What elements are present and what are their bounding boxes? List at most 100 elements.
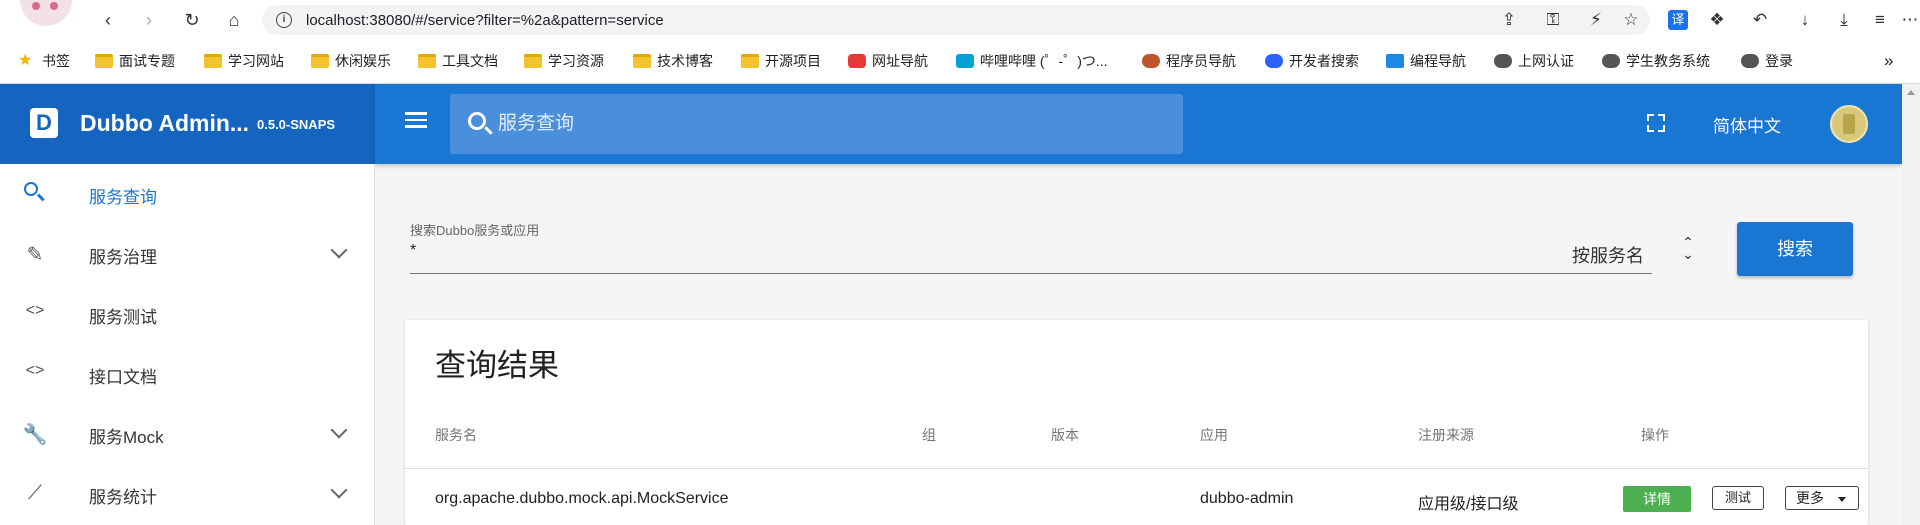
site-icon xyxy=(1142,54,1160,68)
bookmarks-bar: ★ 书签 面试专题 学习网站 休闲娱乐 工具文档 学习资源 技术博客 开源项目 网… xyxy=(0,46,1920,76)
sidebar-item-label: 服务Mock xyxy=(89,428,164,447)
globe-icon xyxy=(1494,54,1512,68)
page-scrollbar[interactable] xyxy=(1902,84,1920,525)
undo-icon[interactable]: ↶ xyxy=(1748,8,1772,32)
browser-chrome: ‹ › ↻ ⌂ i localhost:38080/#/service?filt… xyxy=(0,0,1920,84)
caret-down-icon xyxy=(1838,497,1846,502)
favorite-star-icon[interactable]: ☆ xyxy=(1619,8,1643,32)
app-header: 简体中文 xyxy=(375,84,1902,164)
results-title: 查询结果 xyxy=(435,348,559,383)
reload-icon[interactable]: ↻ xyxy=(178,6,206,34)
sidebar-item-api-docs[interactable]: <> 接口文档 xyxy=(0,344,375,404)
bookmark-item[interactable]: 登录 xyxy=(1741,50,1793,72)
wrench-icon: 🔧 xyxy=(22,424,48,446)
app-brand-bar: D Dubbo Admin... 0.5.0-SNAPS xyxy=(0,84,375,164)
cell-service-name: org.apache.dubbo.mock.api.MockService xyxy=(435,490,729,507)
detail-button[interactable]: 详情 xyxy=(1623,486,1691,512)
home-icon[interactable]: ⌂ xyxy=(220,6,248,34)
translate-icon[interactable]: 译 xyxy=(1668,10,1688,30)
code-icon: <> xyxy=(25,362,45,379)
bookmark-item[interactable]: 哔哩哔哩 (゜-゜)つ... xyxy=(956,50,1108,72)
bookmark-item[interactable]: ★ 书签 xyxy=(18,50,70,72)
language-selector[interactable]: 简体中文 xyxy=(1713,112,1781,137)
folder-icon xyxy=(741,54,759,68)
lightning-icon[interactable]: ⚡ xyxy=(1584,8,1608,32)
app-version: 0.5.0-SNAPS xyxy=(257,117,336,132)
header-search-input[interactable] xyxy=(498,108,1098,140)
globe-icon xyxy=(1602,54,1620,68)
bookmark-item[interactable]: 工具文档 xyxy=(418,50,498,72)
bookmark-item[interactable]: 编程导航 xyxy=(1386,50,1466,72)
column-header: 组 xyxy=(922,427,936,443)
app-title: Dubbo Admin... xyxy=(80,110,250,136)
folder-icon xyxy=(633,54,651,68)
bookmarks-overflow-icon[interactable]: » xyxy=(1884,50,1893,72)
sidebar: 服务查询 ✎ 服务治理 <> 服务测试 <> 接口文档 🔧 服务Mock ⟋ 服… xyxy=(0,164,375,525)
star-icon: ★ xyxy=(18,52,33,69)
globe-icon xyxy=(1741,54,1759,68)
bilibili-icon xyxy=(956,54,974,68)
back-icon[interactable]: ‹ xyxy=(94,6,122,34)
search-icon xyxy=(24,182,38,196)
search-button[interactable]: 搜索 xyxy=(1737,222,1853,276)
more-icon[interactable]: ⋯ xyxy=(1898,8,1920,32)
forward-icon[interactable]: › xyxy=(135,6,163,34)
sidebar-item-label: 服务统计 xyxy=(89,488,157,507)
bookmark-item[interactable]: 开源项目 xyxy=(741,50,821,72)
header-search[interactable] xyxy=(450,94,1183,154)
chevron-down-icon xyxy=(330,421,348,439)
user-avatar[interactable] xyxy=(1830,105,1868,143)
bookmark-item[interactable]: 程序员导航 xyxy=(1142,50,1236,72)
cell-application: dubbo-admin xyxy=(1200,490,1294,507)
bookmark-item[interactable]: 学习资源 xyxy=(524,50,604,72)
sidebar-item-service-governance[interactable]: ✎ 服务治理 xyxy=(0,224,375,284)
chevron-down-icon xyxy=(330,481,348,499)
folder-icon xyxy=(418,54,436,68)
address-bar[interactable]: i localhost:38080/#/service?filter=%2a&p… xyxy=(262,5,1650,35)
url-text[interactable]: localhost:38080/#/service?filter=%2a&pat… xyxy=(306,12,664,29)
service-search-field[interactable]: 搜索Dubbo服务或应用 * xyxy=(410,216,1652,274)
bookmark-item[interactable]: 面试专题 xyxy=(95,50,175,72)
more-button[interactable]: 更多 xyxy=(1785,486,1859,510)
site-info-icon[interactable]: i xyxy=(276,12,292,28)
sidebar-item-service-mock[interactable]: 🔧 服务Mock xyxy=(0,404,375,464)
key-icon[interactable]: ⚿ xyxy=(1541,8,1565,32)
site-icon xyxy=(848,54,866,68)
code-icon xyxy=(1386,54,1404,68)
more-button-label: 更多 xyxy=(1796,490,1824,506)
search-icon xyxy=(468,112,486,130)
select-arrows-icon[interactable]: ⌃ ⌄ xyxy=(1681,235,1695,264)
test-button[interactable]: 测试 xyxy=(1712,486,1764,510)
fullscreen-icon[interactable] xyxy=(1646,113,1666,133)
search-field-value[interactable]: * xyxy=(410,242,416,260)
bookmark-item[interactable]: 休闲娱乐 xyxy=(311,50,391,72)
folder-icon xyxy=(95,54,113,68)
scroll-up-icon[interactable] xyxy=(1907,90,1915,95)
bookmark-item[interactable]: 上网认证 xyxy=(1494,50,1574,72)
extensions-icon[interactable]: ❖ xyxy=(1705,8,1729,32)
download-tray-icon[interactable]: ⤓ xyxy=(1832,8,1856,32)
bookmark-item[interactable]: 网址导航 xyxy=(848,50,928,72)
table-header-divider xyxy=(405,468,1868,469)
reading-list-icon[interactable]: ≡ xyxy=(1868,8,1892,32)
folder-icon xyxy=(524,54,542,68)
menu-toggle-icon[interactable] xyxy=(405,108,433,136)
sidebar-item-service-stats[interactable]: ⟋ 服务统计 xyxy=(0,464,375,524)
search-site-icon xyxy=(1265,54,1283,68)
column-header: 应用 xyxy=(1200,427,1228,443)
bookmark-item[interactable]: 技术博客 xyxy=(633,50,713,72)
download-icon[interactable]: ↓ xyxy=(1793,8,1817,32)
bookmark-item[interactable]: 学生教务系统 xyxy=(1602,50,1710,72)
cell-registry-source: 应用级/接口级 xyxy=(1418,496,1519,513)
browser-toolbar: ‹ › ↻ ⌂ i localhost:38080/#/service?filt… xyxy=(0,0,1920,40)
bookmark-item[interactable]: 学习网站 xyxy=(204,50,284,72)
profile-avatar[interactable] xyxy=(20,0,72,26)
column-header: 注册来源 xyxy=(1418,427,1474,443)
search-pattern-select[interactable]: 按服务名 xyxy=(1572,242,1644,268)
sidebar-item-service-test[interactable]: <> 服务测试 xyxy=(0,284,375,344)
sidebar-item-service-query[interactable]: 服务查询 xyxy=(0,164,375,224)
code-icon: <> xyxy=(25,302,45,319)
bookmark-item[interactable]: 开发者搜索 xyxy=(1265,50,1359,72)
share-icon[interactable]: ⇪ xyxy=(1497,8,1521,32)
results-card: 查询结果 服务名 组 版本 应用 注册来源 操作 org.apache.dubb… xyxy=(405,320,1868,525)
